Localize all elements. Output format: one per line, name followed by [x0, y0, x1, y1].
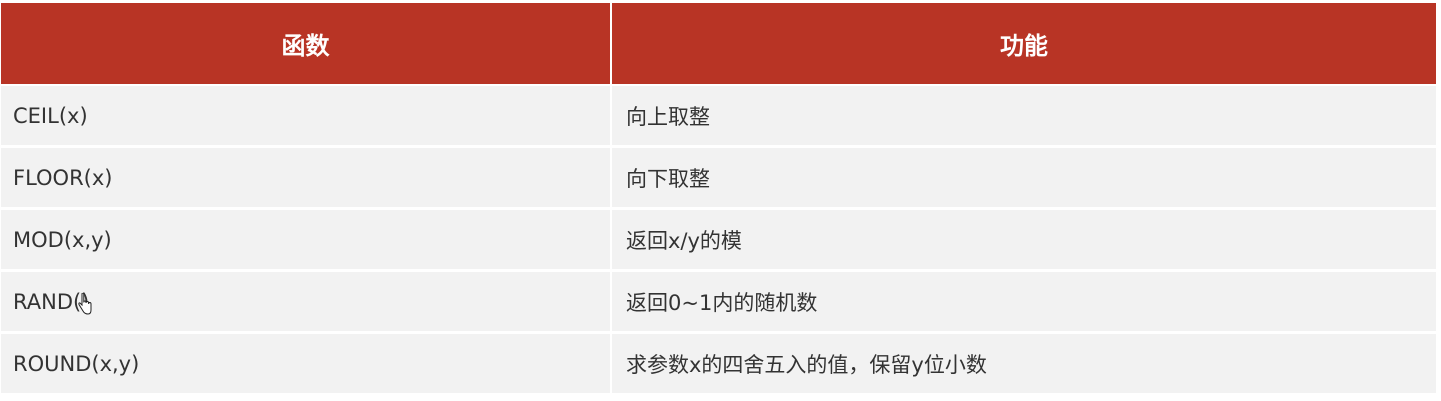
function-cell: FLOOR(x)	[1, 146, 612, 210]
table-row: CEIL(x) 向上取整	[1, 85, 1436, 148]
table-row: MOD(x,y) 返回x/y的模	[1, 208, 1436, 272]
function-table: 函数 功能 CEIL(x) 向上取整 FLOOR(x) 向下取整 MOD(x,y…	[1, 3, 1436, 393]
slide-frame: 函数 功能 CEIL(x) 向上取整 FLOOR(x) 向下取整 MOD(x,y…	[0, 0, 1441, 401]
mouse-pointer-hand-icon	[78, 293, 92, 315]
description-cell: 返回x/y的模	[611, 208, 1436, 272]
table-row: FLOOR(x) 向下取整	[1, 146, 1436, 210]
function-cell: ROUND(x,y)	[1, 332, 612, 393]
header-function: 函数	[1, 3, 612, 86]
description-cell: 向上取整	[611, 85, 1436, 148]
function-cell: CEIL(x)	[1, 85, 612, 148]
description-cell: 返回0~1内的随机数	[611, 270, 1436, 334]
table-header-row: 函数 功能	[1, 3, 1436, 86]
function-cell: RAND()	[1, 270, 612, 334]
table-row: RAND() 返回0~1内的随机数	[1, 270, 1436, 334]
function-cell: MOD(x,y)	[1, 208, 612, 272]
table-row: ROUND(x,y) 求参数x的四舍五入的值，保留y位小数	[1, 332, 1436, 393]
header-description: 功能	[611, 3, 1436, 86]
description-cell: 求参数x的四舍五入的值，保留y位小数	[611, 332, 1436, 393]
description-cell: 向下取整	[611, 146, 1436, 210]
